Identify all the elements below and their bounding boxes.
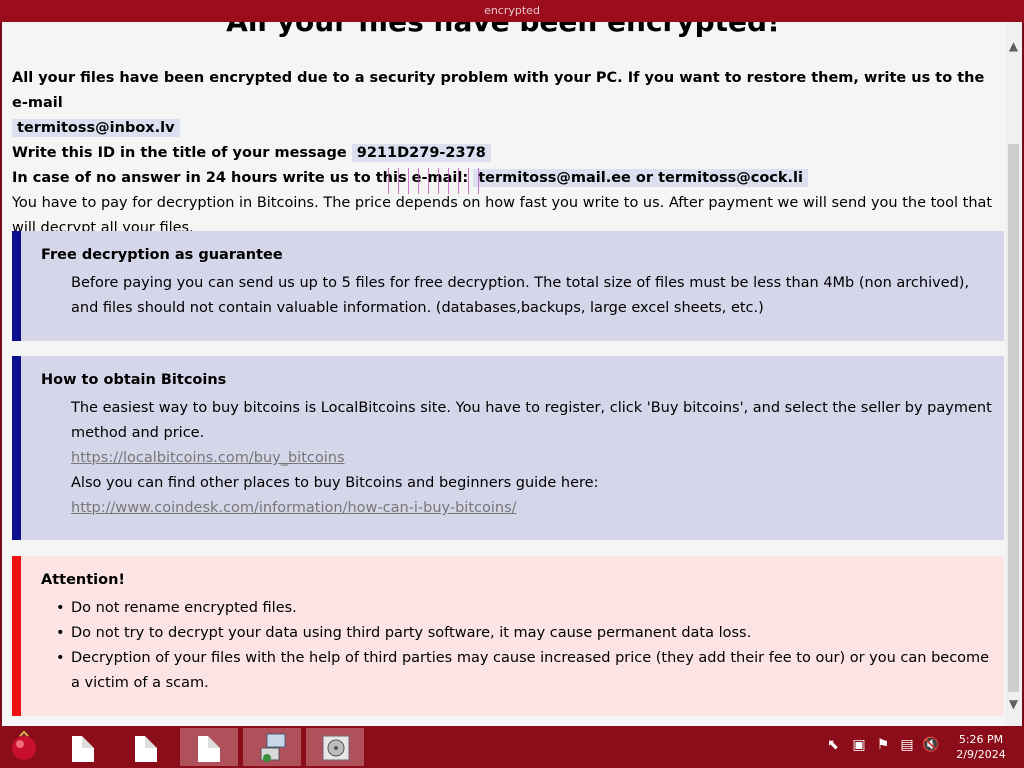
- list-item: Decryption of your files with the help o…: [56, 646, 992, 696]
- clock[interactable]: 5:26 PM 2/9/2024: [948, 732, 1014, 762]
- intro-section: All your files have been encrypted due t…: [12, 66, 997, 241]
- note-content: All your files have been encrypted! All …: [2, 22, 1004, 726]
- attention-box: Attention! Do not rename encrypted files…: [12, 556, 1004, 716]
- document-icon: [198, 736, 220, 762]
- list-item: Do not try to decrypt your data using th…: [56, 621, 992, 646]
- bitcoin-text: The easiest way to buy bitcoins is Local…: [71, 400, 992, 441]
- id-label: Write this ID in the title of your messa…: [12, 145, 347, 161]
- flag-icon[interactable]: ⚑: [874, 734, 892, 756]
- start-orb-icon[interactable]: [8, 730, 40, 764]
- taskbar: ⬉ ▣ ⚑ ▤ 🔇 5:26 PM 2/9/2024: [0, 726, 1024, 768]
- list-item: Do not rename encrypted files.: [56, 596, 992, 621]
- taskbar-network-setup[interactable]: [243, 728, 301, 766]
- ransom-note-window: All your files have been encrypted! All …: [2, 22, 1022, 726]
- scroll-thumb[interactable]: [1008, 144, 1019, 692]
- attention-title: Attention!: [41, 572, 126, 588]
- bitcoin-text-2: Also you can find other places to buy Bi…: [71, 475, 599, 491]
- localbitcoins-link[interactable]: https://localbitcoins.com/buy_bitcoins: [71, 446, 992, 471]
- document-icon: [72, 736, 94, 762]
- free-decryption-text: Before paying you can send us up to 5 fi…: [71, 275, 970, 316]
- network-setup-icon: [260, 733, 286, 762]
- clock-time: 5:26 PM: [958, 733, 1004, 746]
- email-secondary[interactable]: termitoss@mail.ee or termitoss@cock.li: [473, 169, 808, 187]
- disk-icon: [322, 735, 350, 761]
- volume-muted-icon[interactable]: 🔇: [922, 734, 940, 756]
- taskbar-doc-2[interactable]: [117, 728, 175, 766]
- free-decryption-box: Free decryption as guarantee Before payi…: [12, 231, 1004, 341]
- cursor-icon: ⬉: [827, 737, 839, 753]
- scroll-down-icon[interactable]: ▼: [1005, 696, 1022, 713]
- taskbar-disk[interactable]: [306, 728, 364, 766]
- bitcoin-title: How to obtain Bitcoins: [41, 372, 227, 388]
- scroll-up-icon[interactable]: ▲: [1005, 38, 1022, 55]
- page-title: All your files have been encrypted!: [2, 22, 1004, 40]
- free-decryption-title: Free decryption as guarantee: [41, 247, 283, 263]
- vertical-scrollbar[interactable]: ▲ ▼: [1005, 22, 1022, 726]
- window-title-bar[interactable]: encrypted: [0, 0, 1024, 22]
- intro-line: All your files have been encrypted due t…: [12, 66, 997, 141]
- attention-body: Do not rename encrypted files. Do not tr…: [56, 596, 992, 696]
- bitcoin-body: The easiest way to buy bitcoins is Local…: [71, 396, 992, 521]
- network-icon[interactable]: ▣: [850, 734, 868, 756]
- victim-id[interactable]: 9211D279-2378: [351, 144, 491, 162]
- bitcoin-box: How to obtain Bitcoins The easiest way t…: [12, 356, 1004, 540]
- email-primary[interactable]: termitoss@inbox.lv: [12, 119, 180, 137]
- clock-date: 2/9/2024: [956, 748, 1006, 761]
- intro-text: All your files have been encrypted due t…: [12, 70, 985, 111]
- taskbar-doc-3[interactable]: [180, 728, 238, 766]
- noanswer-line: In case of no answer in 24 hours write u…: [12, 166, 997, 191]
- document-icon: [135, 736, 157, 762]
- id-line: Write this ID in the title of your messa…: [12, 141, 997, 166]
- taskbar-doc-1[interactable]: [54, 728, 112, 766]
- coindesk-link[interactable]: http://www.coindesk.com/information/how-…: [71, 496, 992, 521]
- tray-network-icon[interactable]: ▤: [898, 734, 916, 756]
- window-title: encrypted: [484, 4, 540, 17]
- attention-list: Do not rename encrypted files. Do not tr…: [56, 596, 992, 696]
- cursor-artifact: [388, 168, 482, 194]
